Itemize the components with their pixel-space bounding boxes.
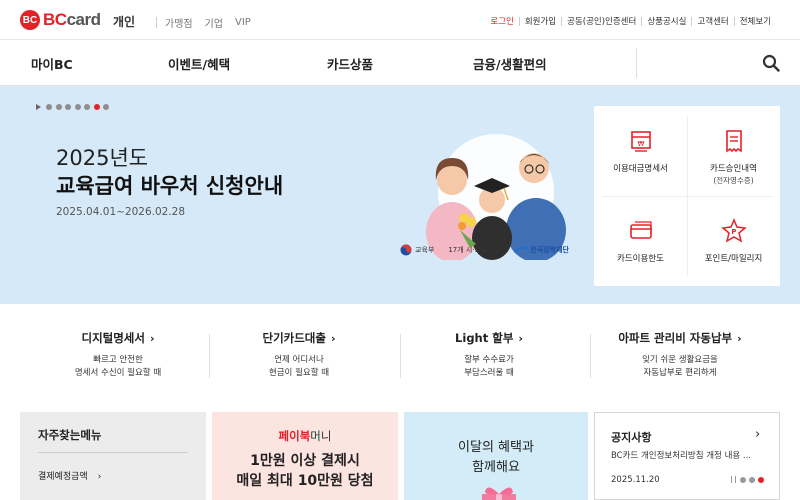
paybook-brand: 페이북머니 (278, 429, 332, 443)
top-nav-right: 로그인 회원가입 공동(공인)인증센터 상품공시실 고객센터 전체보기 (485, 15, 776, 27)
logo-text: BCcard (43, 10, 101, 29)
sponsor-kosaf: 한국장학재단 (514, 245, 569, 255)
main-nav: 마이BC 이벤트/혜택 카드상품 금융/생활편의 (0, 40, 800, 86)
service-shortcuts: 디지털명세서 › 빠르고 안전한 명세서 수신이 필요할 때 단기카드대출 › 언제 … (0, 318, 800, 388)
sponsor-moe: 교육부 (400, 244, 434, 256)
slide-dot[interactable] (65, 104, 71, 110)
nav-my-bc[interactable]: 마이BC (31, 54, 73, 73)
view-all-link[interactable]: 전체보기 (735, 15, 776, 27)
chevron-right-icon: › (737, 332, 742, 345)
nav-events-benefits[interactable]: 이벤트/혜택 (168, 54, 230, 73)
card-limit-icon (630, 221, 652, 239)
divider (636, 48, 637, 78)
statement-icon: ₩ (631, 131, 651, 152)
hero-title: 교육급여 바우처 신청안내 (56, 174, 284, 198)
chevron-right-icon: › (518, 332, 523, 345)
quick-card-limit[interactable]: 카드이용한도 (594, 196, 687, 286)
logo-mark: BC (20, 10, 40, 30)
taegeuk-icon (400, 244, 412, 256)
quick-approval-history[interactable]: 카드승인내역 (전자영수증) (687, 106, 780, 196)
slide-dot[interactable] (74, 104, 81, 110)
search-icon[interactable] (762, 54, 780, 72)
top-nav-left: 가맹점 기업 VIP (148, 15, 263, 30)
section-personal[interactable]: 개인 (113, 13, 135, 30)
chevron-right-icon: › (97, 472, 102, 482)
notice-card: 공지사항 › BC카드 개인정보처리방침 개정 내용 ... 2025.11.2… (594, 412, 780, 500)
chevron-right-icon[interactable]: › (755, 427, 760, 442)
nav-merchant[interactable]: 가맹점 (165, 15, 193, 30)
notice-pager (731, 476, 767, 483)
svg-text:P: P (731, 228, 736, 236)
signup-link[interactable]: 회원가입 (520, 15, 561, 27)
notice-date: 2025.11.20 (611, 475, 660, 485)
kosaf-logo-icon (514, 246, 528, 254)
family-illustration-icon (426, 134, 566, 260)
notice-dot[interactable] (758, 476, 764, 483)
quick-statement[interactable]: ₩ 이용대금명세서 (594, 106, 687, 196)
hero-year: 2025년도 (56, 146, 149, 170)
slide-dot[interactable] (93, 104, 100, 110)
frequent-menu-card: 자주찾는메뉴 결제예정금액 › (20, 412, 206, 500)
point-icon: P (721, 218, 747, 243)
paybook-line2: 매일 최대 10만원 당첨 (236, 473, 374, 489)
service-apartment-autopay[interactable]: 아파트 관리비 자동납부 › 잊기 쉬운 생활요금을 자동납부로 편리하게 (600, 330, 760, 380)
notice-dot[interactable] (740, 476, 746, 483)
service-light-installment[interactable]: Light 할부 › 할부 수수료가 부담스러울 때 (409, 330, 569, 380)
slide-indicators (36, 104, 113, 110)
divider (156, 17, 157, 28)
paybook-money-banner[interactable]: 페이북머니 1만원 이상 결제시 매일 최대 10만원 당첨 (212, 412, 398, 500)
quick-menu: ₩ 이용대금명세서 카드승인내역 (전자영수증) 카드이용한도 P 포인트/마일… (594, 106, 780, 286)
certificate-center-link[interactable]: 공동(공인)인증센터 (562, 15, 641, 27)
frequent-menu-title: 자주찾는메뉴 (38, 428, 102, 442)
frequent-menu-item[interactable]: 결제예정금액 › (38, 469, 101, 482)
service-short-term-loan[interactable]: 단기카드대출 › 언제 어디서나 현금이 필요할 때 (219, 330, 379, 380)
slide-dot[interactable] (55, 104, 62, 110)
hero-date: 2025.04.01~2026.02.28 (56, 206, 186, 218)
service-digital-statement[interactable]: 디지털명세서 › 빠르고 안전한 명세서 수신이 필요할 때 (38, 330, 198, 380)
paybook-line1: 1만원 이상 결제시 (250, 453, 360, 469)
bccard-logo[interactable]: BC BCcard (20, 10, 101, 30)
pause-icon[interactable] (731, 476, 736, 483)
customer-center-link[interactable]: 고객센터 (692, 15, 733, 27)
receipt-icon (726, 130, 742, 153)
quick-points[interactable]: P 포인트/마일리지 (687, 196, 780, 286)
monthly-benefit-banner[interactable]: 이달의 혜택과 함께해요 (404, 412, 588, 500)
svg-text:₩: ₩ (638, 140, 645, 148)
play-icon[interactable] (36, 104, 41, 110)
notice-dot[interactable] (749, 476, 755, 483)
nav-finance-life[interactable]: 금융/생활편의 (473, 54, 547, 73)
login-link[interactable]: 로그인 (485, 15, 518, 27)
benefit-line2: 함께해요 (472, 460, 520, 475)
sponsor-logos: 교육부 17개 시·도교육청 한국장학재단 (400, 244, 583, 256)
nav-vip[interactable]: VIP (235, 17, 251, 28)
slide-dot[interactable] (46, 104, 52, 110)
slide-dot[interactable] (103, 104, 109, 110)
benefit-line1: 이달의 혜택과 (458, 440, 534, 455)
chevron-right-icon: › (330, 332, 336, 345)
product-disclosure-link[interactable]: 상품공시실 (642, 15, 691, 27)
slide-dot[interactable] (84, 104, 90, 110)
sponsor-education-offices: 17개 시·도교육청 (448, 246, 501, 254)
nav-card-products[interactable]: 카드상품 (327, 54, 373, 73)
nav-corporate[interactable]: 기업 (205, 15, 223, 30)
notice-title: 공지사항 (611, 431, 652, 444)
gift-icon (482, 487, 516, 500)
notice-text[interactable]: BC카드 개인정보처리방침 개정 내용 ... (611, 449, 771, 461)
top-bar: BC BCcard 개인 가맹점 기업 VIP 로그인 회원가입 공동(공인)인… (0, 0, 800, 40)
chevron-right-icon: › (149, 332, 155, 345)
